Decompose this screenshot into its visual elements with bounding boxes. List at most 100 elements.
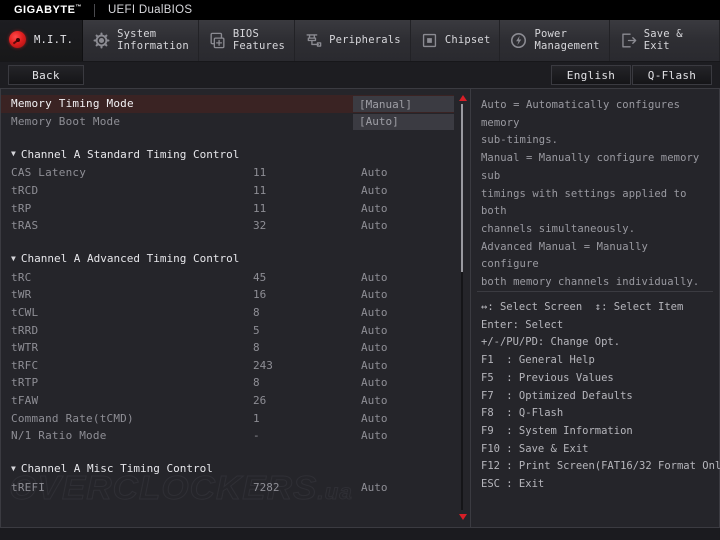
setting-label: Command Rate(tCMD)	[11, 411, 134, 425]
setting-label: tREFI	[11, 480, 46, 494]
scroll-up-arrow-icon[interactable]	[457, 92, 468, 103]
setting-current-value: 45	[253, 270, 267, 284]
setting-option-value[interactable]: Auto	[361, 429, 388, 442]
shortcut-line: Enter: Select	[481, 318, 564, 331]
setting-option-value[interactable]: Auto	[361, 288, 388, 301]
setting-option-value[interactable]: Auto	[361, 324, 388, 337]
setting-current-value: 243	[253, 358, 273, 372]
setting-option-value[interactable]: Auto	[361, 481, 388, 494]
setting-label: Memory Boot Mode	[11, 114, 121, 128]
main-tab-bar: M.I.T. System Information BIOS Features Per…	[0, 20, 720, 62]
section-header-label: Channel A Standard Timing Control	[20, 147, 240, 161]
setting-label: tRFC	[11, 358, 39, 372]
setting-current-value: 11	[253, 201, 267, 215]
setting-row[interactable]: CAS Latency 11 Auto	[1, 164, 470, 182]
section-header-label: Channel A Advanced Timing Control	[20, 252, 240, 266]
setting-row[interactable]: tREFI 7282 Auto	[1, 479, 470, 497]
tab-save[interactable]: Save & Exit	[610, 20, 720, 61]
caret-down-icon: ▼	[11, 463, 16, 473]
tab-label: M.I.T.	[34, 33, 74, 46]
setting-option-value[interactable]: Auto	[361, 184, 388, 197]
help-line: timings with settings applied to both	[481, 187, 687, 218]
setting-current-value: 16	[253, 288, 267, 302]
help-line: Advanced Manual = Manually configure	[481, 240, 648, 271]
help-description: Auto = Automatically configures memory su…	[471, 89, 719, 292]
scrollbar-track[interactable]	[461, 104, 463, 510]
sub-action-bar: Back English Q-Flash	[0, 62, 720, 88]
setting-option-value[interactable]: Auto	[361, 412, 388, 425]
shortcut-line: F8 : Q-Flash	[481, 407, 564, 420]
chip-plus-icon	[208, 31, 227, 50]
shortcut-line: F9 : System Information	[481, 424, 633, 437]
setting-row[interactable]: tRP 11 Auto	[1, 199, 470, 217]
setting-option-value[interactable]: Auto	[361, 306, 388, 319]
language-button[interactable]: English	[551, 65, 631, 85]
setting-row[interactable]: tRFC 243 Auto	[1, 357, 470, 375]
gauge-icon	[9, 31, 28, 50]
setting-option-value[interactable]: Auto	[361, 166, 388, 179]
setting-label: Memory Timing Mode	[11, 97, 134, 111]
gear-icon	[92, 31, 111, 50]
setting-row[interactable]: Command Rate(tCMD) 1 Auto	[1, 409, 470, 427]
setting-current-value: 11	[253, 184, 267, 198]
tab-chipset[interactable]: Chipset	[411, 20, 501, 61]
setting-label: N/1 Ratio Mode	[11, 429, 107, 443]
tab-peripheral[interactable]: Peripherals	[295, 20, 411, 61]
setting-current-value: 7282	[253, 480, 280, 494]
setting-row[interactable]: tRAS 32 Auto	[1, 217, 470, 235]
setting-option-value[interactable]: Auto	[361, 394, 388, 407]
network-plug-icon	[304, 31, 323, 50]
back-button[interactable]: Back	[8, 65, 84, 85]
help-line: Auto = Automatically configures memory	[481, 99, 681, 129]
setting-row[interactable]: Memory Timing Mode [Manual]	[1, 95, 470, 113]
subbar-right-group: English Q-Flash	[551, 65, 712, 85]
settings-scrollbar[interactable]	[454, 89, 470, 527]
tab-mit[interactable]: M.I.T.	[0, 20, 84, 61]
setting-current-value: 26	[253, 394, 267, 408]
setting-current-value: 5	[253, 323, 260, 337]
scrollbar-thumb[interactable]	[461, 104, 463, 272]
setting-option-value[interactable]: Auto	[361, 271, 388, 284]
help-line: Manual = Manually configure memory sub	[481, 152, 700, 182]
setting-label: tRAS	[11, 219, 39, 233]
setting-row[interactable]: tWTR 8 Auto	[1, 339, 470, 357]
setting-current-value: 8	[253, 341, 260, 355]
shortcut-line: F1 : General Help	[481, 354, 595, 367]
section-header-label: Channel A Misc Timing Control	[20, 462, 213, 475]
setting-row[interactable]: tRC 45 Auto	[1, 269, 470, 287]
setting-value-box[interactable]: [Manual]	[353, 96, 470, 112]
gigabyte-logo: GIGABYTE™	[0, 4, 94, 16]
setting-row[interactable]: tFAW 26 Auto	[1, 392, 470, 410]
tab-power[interactable]: Power Management	[500, 20, 610, 61]
setting-option-value[interactable]: Auto	[361, 341, 388, 354]
tab-bios[interactable]: BIOS Features	[199, 20, 296, 61]
setting-option-value[interactable]: Auto	[361, 202, 388, 215]
settings-list: Memory Timing Mode [Manual] Memory Boot Mo…	[1, 89, 470, 496]
setting-row[interactable]: tCWL 8 Auto	[1, 304, 470, 322]
setting-label: tFAW	[11, 394, 39, 408]
setting-value-box[interactable]: [Auto]	[353, 113, 470, 130]
section-header[interactable]: ▼ Channel A Advanced Timing Control	[1, 249, 470, 269]
trademark-glyph: ™	[75, 4, 82, 11]
scroll-down-arrow-icon[interactable]	[457, 511, 468, 522]
setting-row[interactable]: tRTP 8 Auto	[1, 374, 470, 392]
section-header[interactable]: ▼ Channel A Standard Timing Control	[1, 144, 470, 164]
tab-label: Power Management	[534, 28, 600, 52]
setting-row[interactable]: tRRD 5 Auto	[1, 321, 470, 339]
qflash-button[interactable]: Q-Flash	[632, 65, 712, 85]
caret-down-icon: ▼	[11, 253, 16, 263]
setting-label: tRRD	[11, 323, 39, 337]
setting-current-value: 8	[253, 376, 260, 390]
shortcut-line: ESC : Exit	[481, 478, 545, 491]
tab-system[interactable]: System Information	[83, 20, 199, 61]
setting-row[interactable]: N/1 Ratio Mode - Auto	[1, 427, 470, 445]
setting-option-value[interactable]: Auto	[361, 359, 388, 372]
setting-row[interactable]: tRCD 11 Auto	[1, 182, 470, 200]
setting-row[interactable]: Memory Boot Mode [Auto]	[1, 113, 470, 131]
setting-option-value[interactable]: Auto	[361, 219, 388, 232]
setting-current-value: 32	[253, 219, 267, 233]
section-header[interactable]: ▼ Channel A Misc Timing Control	[1, 459, 470, 479]
setting-row[interactable]: tWR 16 Auto	[1, 286, 470, 304]
setting-option-value[interactable]: Auto	[361, 376, 388, 389]
